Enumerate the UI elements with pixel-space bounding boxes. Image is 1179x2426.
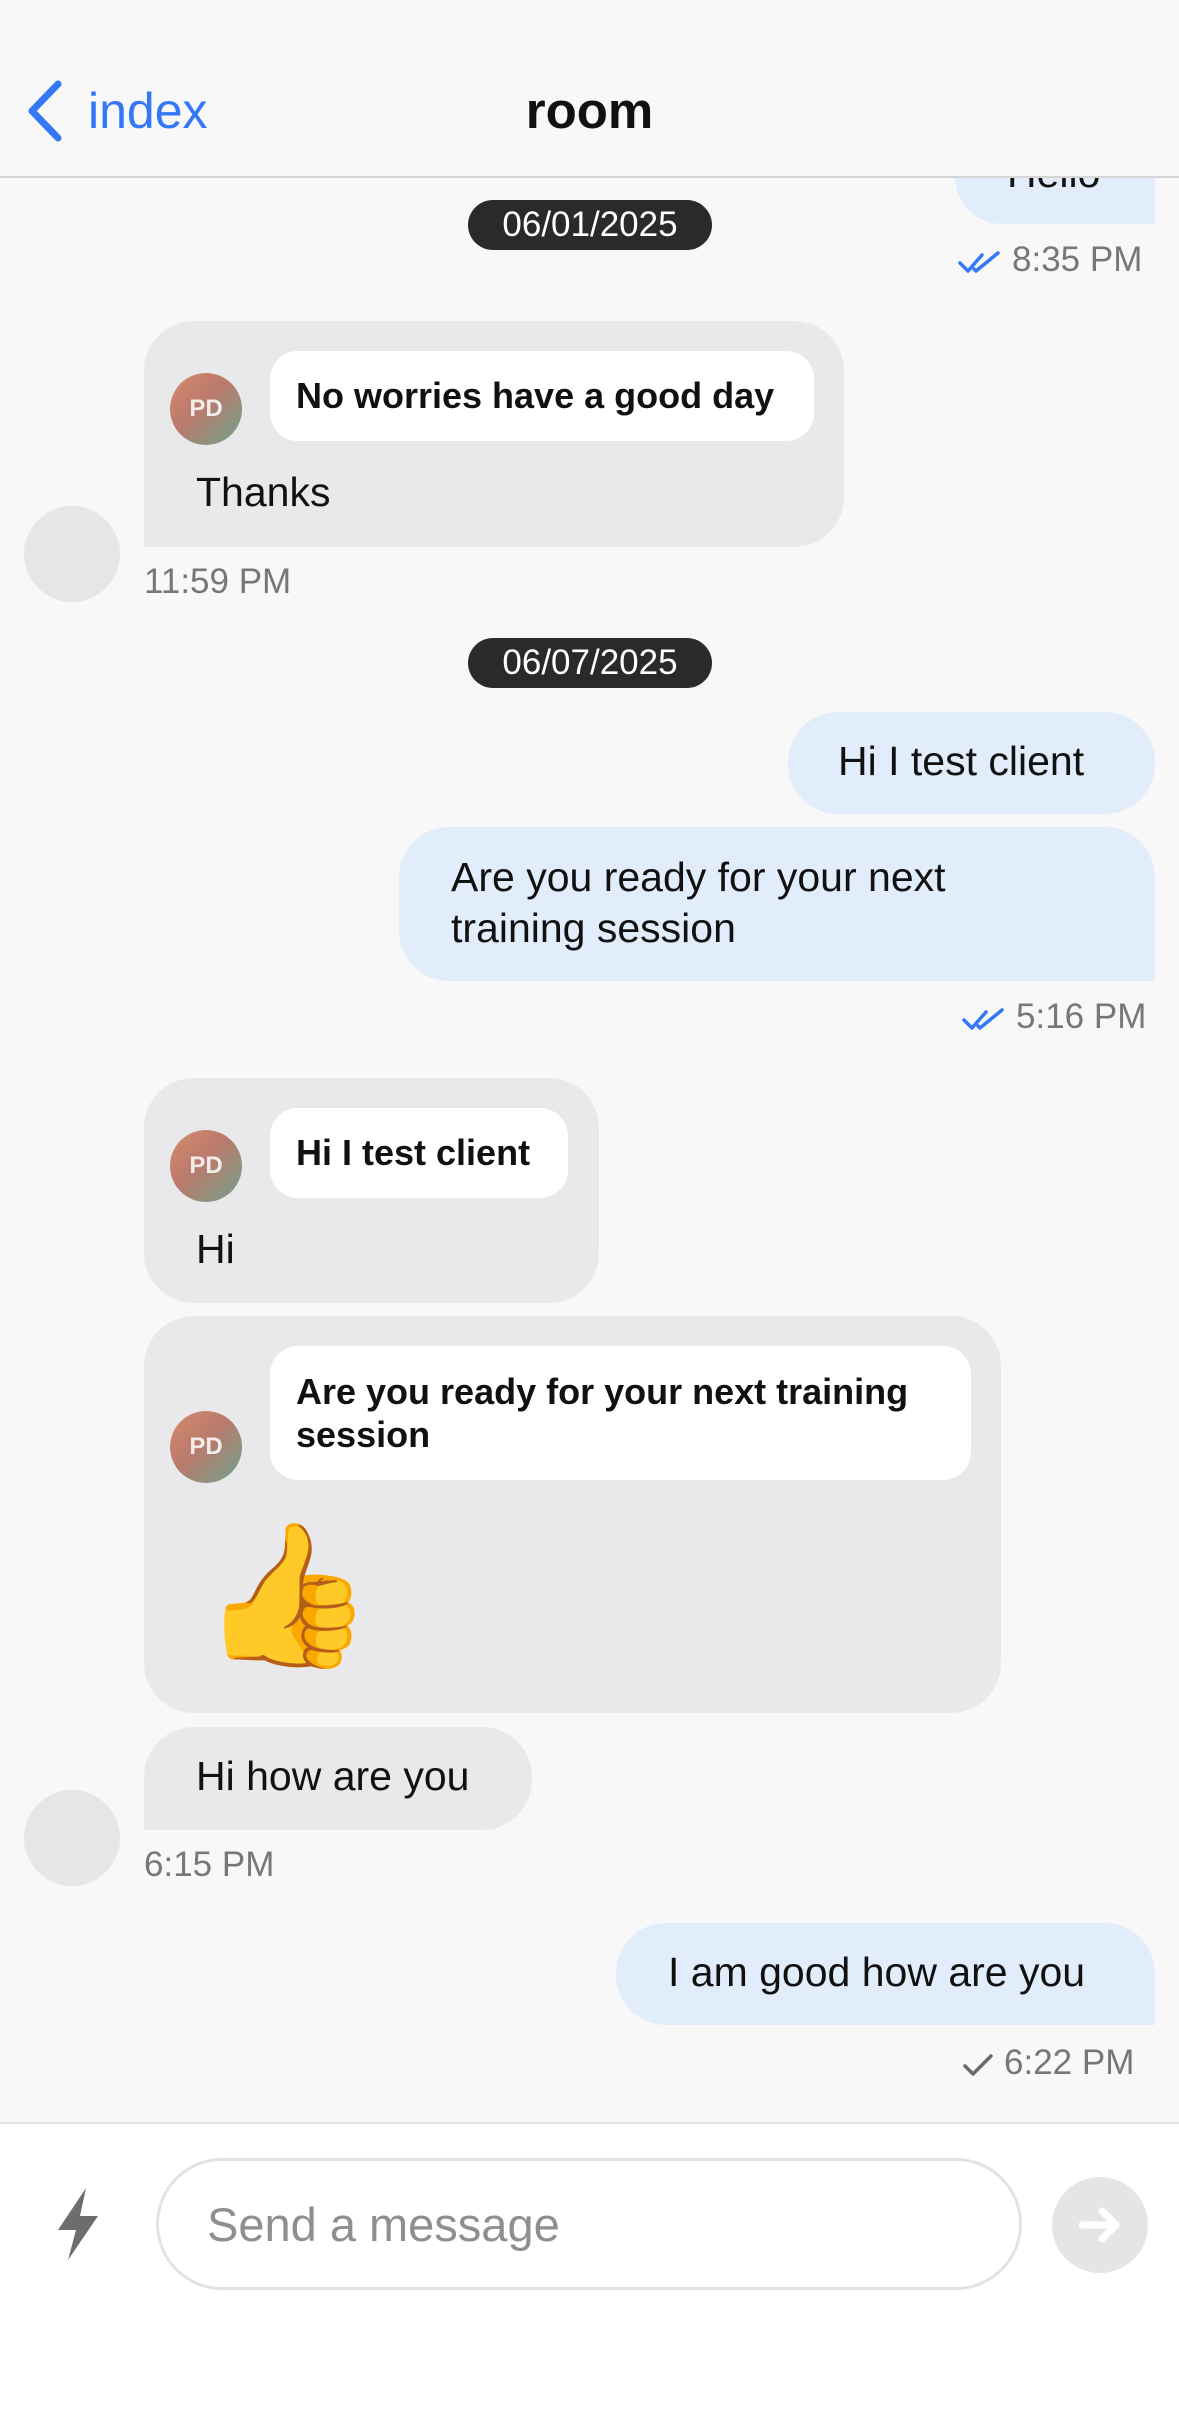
page-title: room (525, 82, 654, 139)
outgoing-message-bubble[interactable]: I am good how are you (616, 1923, 1155, 2025)
message-composer (0, 2122, 1179, 2426)
quote-line: session (296, 1414, 431, 1455)
thumbs-up-emoji: 👍 (200, 1516, 375, 1673)
message-input[interactable] (156, 2158, 1022, 2290)
quote-line: Are you ready for your next training (296, 1371, 909, 1412)
navigation-bar: index room (0, 0, 1179, 178)
arrow-right-icon (1078, 2207, 1120, 2243)
message-text: Are you ready for your next training ses… (451, 852, 946, 954)
sender-avatar[interactable] (24, 1790, 120, 1886)
reply-avatar: PD (170, 373, 242, 445)
timestamp-text: 6:22 PM (1004, 2043, 1135, 2082)
double-check-icon (962, 1008, 1004, 1030)
double-check-icon (958, 251, 1000, 273)
sender-avatar[interactable] (24, 506, 120, 602)
message-line: Are you ready for your next (451, 854, 946, 900)
message-text: I am good how are you (668, 1949, 1086, 1995)
check-icon (963, 2054, 993, 2076)
message-timestamp: 6:22 PM (962, 2043, 1134, 2083)
quoted-message[interactable]: Hi I test client (270, 1108, 568, 1198)
quoted-message[interactable]: Are you ready for your next training ses… (270, 1346, 971, 1480)
message-timestamp: 5:16 PM (962, 997, 1146, 1037)
outgoing-message-bubble[interactable]: Are you ready for your next training ses… (399, 827, 1155, 981)
message-text: Hi I test client (838, 738, 1085, 784)
incoming-message-bubble[interactable]: PD Are you ready for your next training … (144, 1316, 1001, 1713)
lightning-bolt-icon[interactable] (52, 2186, 104, 2262)
incoming-message-bubble[interactable]: Hi how are you (144, 1727, 532, 1830)
message-line: training session (451, 905, 736, 951)
quoted-message[interactable]: No worries have a good day (270, 351, 814, 441)
timestamp-text: 8:35 PM (1012, 240, 1143, 279)
reply-avatar: PD (170, 1130, 242, 1202)
send-button[interactable] (1052, 2177, 1148, 2273)
outgoing-message-bubble[interactable]: Hi I test client (788, 712, 1155, 814)
message-timestamp: 8:35 PM (958, 240, 1142, 280)
reply-avatar: PD (170, 1411, 242, 1483)
incoming-message-bubble[interactable]: PD Hi I test client Hi (144, 1078, 599, 1303)
timestamp-text: 5:16 PM (1016, 997, 1147, 1036)
date-separator: 06/01/2025 (468, 200, 712, 250)
message-timestamp: 11:59 PM (144, 562, 292, 601)
message-text: Hi (196, 1226, 235, 1272)
message-text: Thanks (196, 469, 331, 515)
incoming-message-bubble[interactable]: PD No worries have a good day Thanks (144, 321, 844, 547)
message-timestamp: 6:15 PM (144, 1845, 275, 1884)
message-text: Hi how are you (196, 1753, 470, 1799)
date-separator: 06/07/2025 (468, 638, 712, 688)
